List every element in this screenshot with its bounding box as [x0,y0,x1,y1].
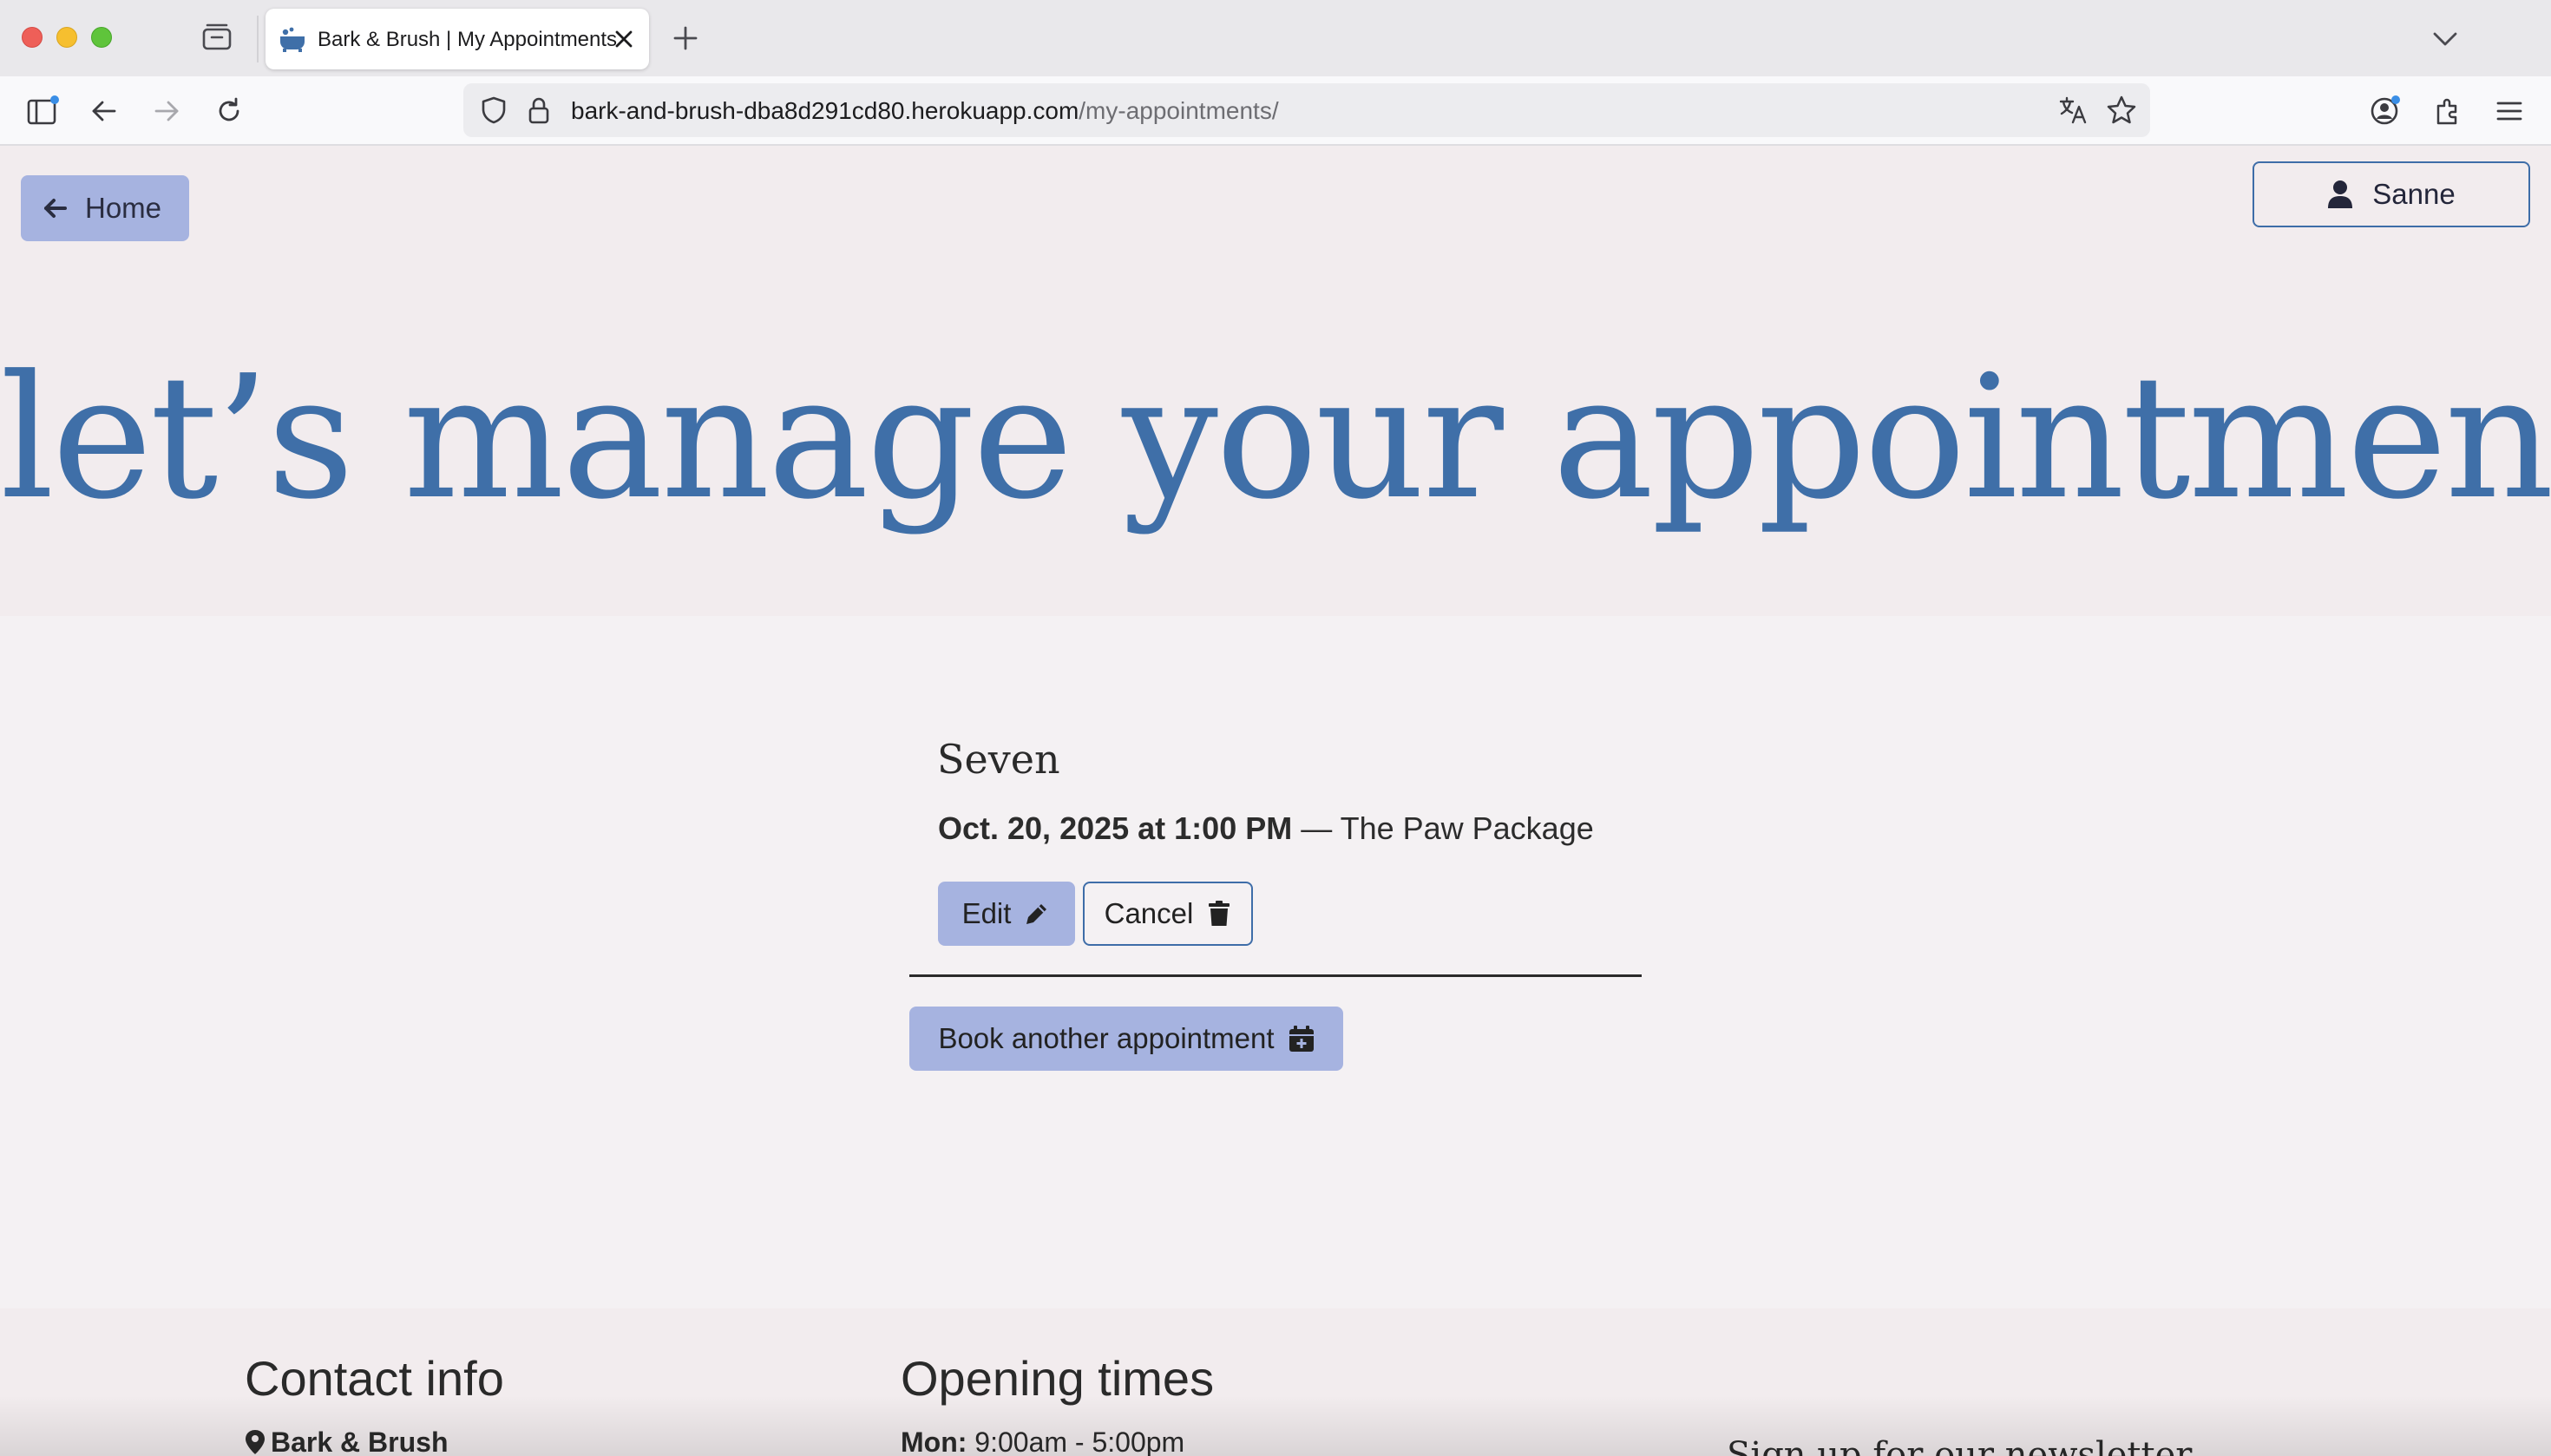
zoom-window-button[interactable] [91,27,112,48]
user-account-button[interactable]: Sanne [2253,161,2530,227]
url-path: /my-appointments/ [1079,97,1279,124]
shield-icon[interactable] [477,94,510,127]
menu-icon[interactable] [2492,94,2527,128]
account-icon[interactable] [2367,94,2402,128]
chevron-down-icon[interactable] [2430,23,2461,54]
tab-separator [257,16,259,62]
page-content: Home Sanne let’s manage your appointment… [0,146,2551,1456]
browser-navbar: bark-and-brush-dba8d291cd80.herokuapp.co… [0,76,2551,146]
reload-icon[interactable] [212,94,246,128]
url-host: bark-and-brush-dba8d291cd80.herokuapp.co… [571,97,1079,124]
trash-icon [1209,901,1230,926]
address-bar[interactable]: bark-and-brush-dba8d291cd80.herokuapp.co… [463,83,2150,137]
extensions-icon[interactable] [2430,94,2464,128]
edit-appointment-button[interactable]: Edit [938,882,1075,946]
cancel-appointment-button[interactable]: Cancel [1083,882,1253,946]
close-window-button[interactable] [22,27,43,48]
browser-titlebar: Bark & Brush | My Appointments [0,0,2551,76]
back-arrow-icon[interactable] [87,94,121,128]
url-text[interactable]: bark-and-brush-dba8d291cd80.herokuapp.co… [571,97,1279,125]
edit-button-label: Edit [961,897,1012,929]
sidebar-icon[interactable] [24,94,59,128]
newsletter-heading: Sign up for our newsletter [1727,1435,2193,1456]
minimize-window-button[interactable] [56,27,77,48]
forward-arrow-icon[interactable] [149,94,184,128]
business-name: Bark & Brush [271,1426,449,1456]
appointment-divider [909,974,1642,977]
appointment-details: Oct. 20, 2025 at 1:00 PM — The Paw Packa… [938,810,1594,847]
monday-label: Mon: [901,1426,967,1456]
pet-name: Seven [937,736,1060,783]
contact-heading: Contact info [245,1351,504,1406]
appointment-service: — The Paw Package [1292,810,1594,846]
new-tab-icon[interactable] [670,23,701,54]
user-icon [2328,180,2353,208]
tab-title: Bark & Brush | My Appointments [318,28,618,51]
lock-icon[interactable] [522,94,555,127]
home-button[interactable]: Home [21,175,189,241]
tab-tray-icon[interactable] [201,23,233,52]
home-button-label: Home [85,192,162,224]
footer: Contact info Bark & Brush Opening times … [0,1308,2551,1456]
map-pin-icon [246,1430,265,1454]
hours-monday: Mon: 9:00am - 5:00pm [901,1426,1184,1456]
translate-icon[interactable] [2056,94,2089,127]
business-address-line: Bark & Brush [245,1426,449,1456]
page-title: let’s manage your appointments [0,339,2551,537]
hero-section: Home Sanne let’s manage your appointment… [0,146,2551,616]
arrow-left-icon [44,199,67,218]
book-button-label: Book another appointment [938,1022,1275,1054]
appointment-datetime: Oct. 20, 2025 at 1:00 PM [938,810,1293,846]
book-appointment-button[interactable]: Book another appointment [909,1007,1343,1071]
calendar-plus-icon [1289,1026,1314,1052]
pencil-icon [1026,904,1047,924]
cancel-button-label: Cancel [1104,897,1194,929]
close-tab-icon[interactable] [609,24,639,54]
bathtub-favicon-icon [280,27,305,52]
star-icon[interactable] [2105,94,2138,127]
user-name: Sanne [2372,178,2456,210]
monday-hours: 9:00am - 5:00pm [967,1426,1185,1456]
active-tab[interactable]: Bark & Brush | My Appointments [266,9,649,69]
hours-heading: Opening times [901,1351,1215,1406]
